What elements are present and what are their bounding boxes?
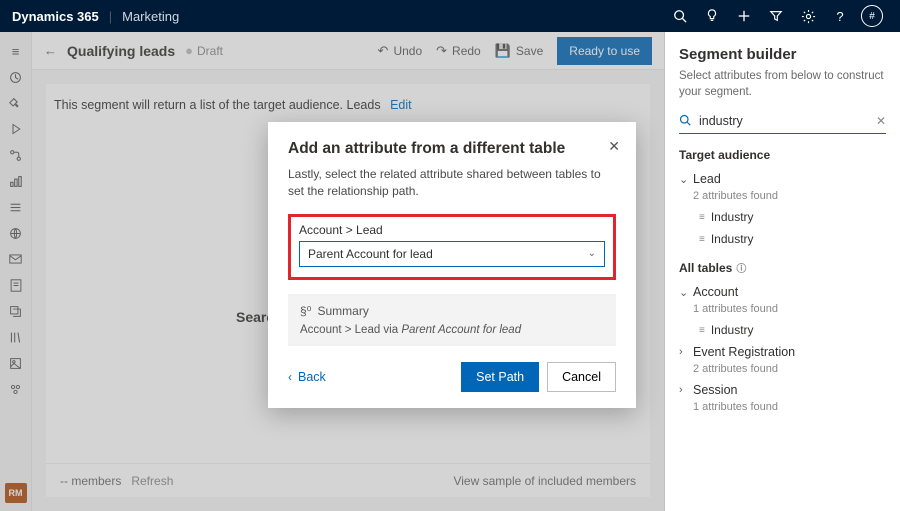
summary-icon: §⁰ — [300, 304, 311, 318]
play-icon[interactable] — [0, 116, 32, 142]
chevron-down-icon: ⌄ — [588, 248, 596, 259]
group-lead[interactable]: ⌄ Lead — [679, 168, 886, 190]
user-avatar[interactable]: # — [856, 0, 888, 32]
attribute-icon: ≡ — [699, 212, 705, 223]
attribute-icon: ≡ — [699, 325, 705, 336]
globe-icon[interactable] — [0, 220, 32, 246]
group-session[interactable]: › Session — [679, 379, 886, 401]
refresh-link[interactable]: Refresh — [131, 474, 173, 488]
redo-button[interactable]: ↷Redo — [436, 43, 481, 59]
journey-icon[interactable] — [0, 142, 32, 168]
attr-account-industry[interactable]: ≡ Industry — [679, 319, 886, 341]
layers-icon[interactable] — [0, 298, 32, 324]
library-icon[interactable] — [0, 324, 32, 350]
add-attribute-modal: Add an attribute from a different table … — [268, 122, 636, 408]
asset-icon[interactable] — [0, 350, 32, 376]
chevron-down-icon: ⌄ — [679, 286, 693, 299]
summary-box: §⁰ Summary Account > Lead via Parent Acc… — [288, 294, 616, 346]
chevron-right-icon: › — [679, 384, 693, 396]
role-badge: RM — [5, 483, 27, 503]
relationship-highlight: Account > Lead Parent Account for lead ⌄ — [288, 214, 616, 280]
attribute-search[interactable]: ✕ — [679, 110, 886, 134]
page-title: Qualifying leads — [67, 43, 175, 59]
gear-icon[interactable] — [792, 0, 824, 32]
close-icon[interactable]: ✕ — [608, 138, 620, 155]
back-arrow-icon[interactable]: ← — [44, 43, 57, 58]
modal-desc: Lastly, select the related attribute sha… — [288, 166, 616, 200]
ready-to-use-button[interactable]: Ready to use — [557, 37, 652, 65]
save-button[interactable]: 💾Save — [495, 43, 544, 59]
clear-search-icon[interactable]: ✕ — [876, 114, 886, 128]
search-input[interactable] — [697, 113, 876, 129]
set-path-button[interactable]: Set Path — [461, 362, 539, 392]
lightbulb-icon[interactable] — [696, 0, 728, 32]
undo-button[interactable]: ↶Undo — [378, 43, 423, 59]
chart-icon[interactable] — [0, 168, 32, 194]
relationship-dropdown[interactable]: Parent Account for lead ⌄ — [299, 241, 605, 267]
attr-lead-industry-2[interactable]: ≡ Industry — [679, 228, 886, 250]
session-count: 1 attributes found — [679, 401, 886, 413]
member-count: -- members — [60, 474, 121, 488]
brand: Dynamics 365 — [12, 9, 99, 24]
chevron-right-icon: › — [679, 346, 693, 358]
path-breadcrumb: Account > Lead — [299, 223, 605, 237]
nav-rail: ≡ RM — [0, 32, 32, 511]
status-dot-icon: ● — [185, 43, 193, 58]
view-sample-link[interactable]: View sample of included members — [453, 474, 636, 488]
search-icon — [679, 114, 691, 129]
pin-icon[interactable] — [0, 90, 32, 116]
group-event-registration[interactable]: › Event Registration — [679, 341, 886, 363]
target-audience-heading: Target audience — [679, 148, 886, 162]
search-icon[interactable] — [664, 0, 696, 32]
event-reg-count: 2 attributes found — [679, 363, 886, 375]
info-icon[interactable]: ⓘ — [736, 264, 746, 275]
modal-title: Add an attribute from a different table — [288, 140, 600, 158]
builder-title: Segment builder — [679, 46, 886, 63]
chevron-left-icon: ‹ — [288, 370, 292, 384]
attribute-icon: ≡ — [699, 234, 705, 245]
attr-lead-industry-1[interactable]: ≡ Industry — [679, 206, 886, 228]
lead-count: 2 attributes found — [679, 190, 886, 202]
filter-icon[interactable] — [760, 0, 792, 32]
brand-divider: | — [109, 9, 112, 24]
segment-icon[interactable] — [0, 376, 32, 402]
group-account[interactable]: ⌄ Account — [679, 281, 886, 303]
account-count: 1 attributes found — [679, 303, 886, 315]
template-icon[interactable] — [0, 272, 32, 298]
builder-subtitle: Select attributes from below to construc… — [679, 69, 886, 100]
module-name: Marketing — [122, 9, 179, 24]
modal-back-button[interactable]: ‹ Back — [288, 370, 326, 384]
edit-link[interactable]: Edit — [390, 98, 412, 112]
all-tables-heading: All tablesⓘ — [679, 260, 886, 275]
segment-intro: This segment will return a list of the t… — [46, 84, 650, 112]
help-icon[interactable]: ? — [824, 0, 856, 32]
cancel-button[interactable]: Cancel — [547, 362, 616, 392]
status-label: Draft — [197, 44, 223, 58]
hamburger-icon[interactable]: ≡ — [0, 38, 32, 64]
recent-icon[interactable] — [0, 64, 32, 90]
plus-icon[interactable] — [728, 0, 760, 32]
chevron-down-icon: ⌄ — [679, 173, 693, 186]
mail-icon[interactable] — [0, 246, 32, 272]
list-icon[interactable] — [0, 194, 32, 220]
